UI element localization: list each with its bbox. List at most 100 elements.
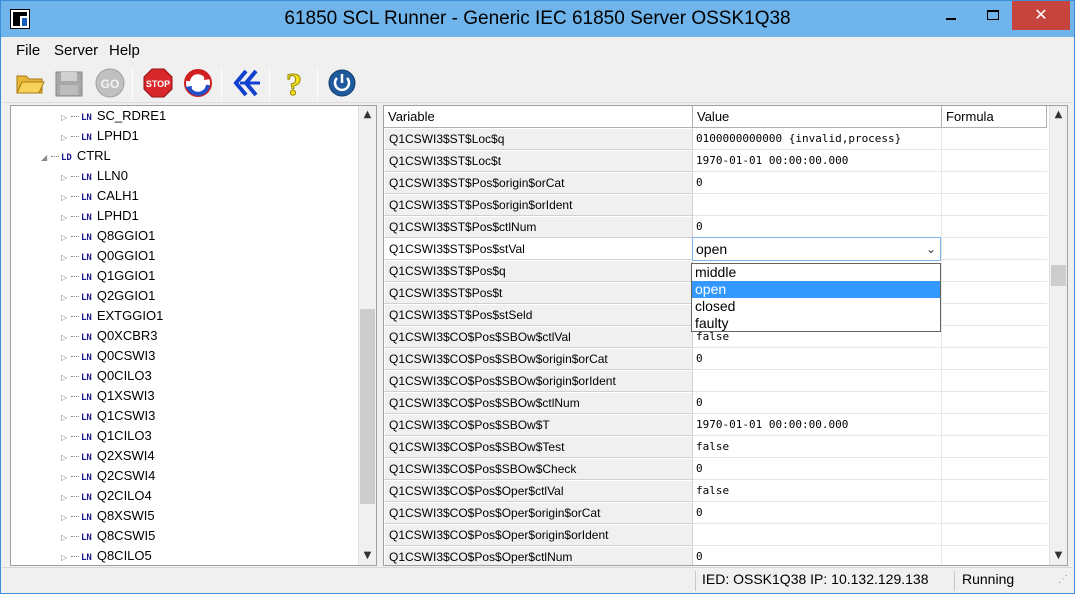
value-cell[interactable]: 0 <box>693 546 942 565</box>
col-value[interactable]: Value <box>693 106 942 127</box>
collapsed-arrow-icon[interactable]: ▷ <box>61 368 71 388</box>
tree-node-ln[interactable]: ▷ LN Q0XCBR3 <box>61 326 158 346</box>
tree-node-ln[interactable]: ▷ LN Q2CSWI4 <box>61 466 155 486</box>
go-button[interactable]: GO <box>94 67 126 99</box>
collapsed-arrow-icon[interactable]: ▷ <box>61 468 71 488</box>
tree-node-ln[interactable]: ▷ LN CALH1 <box>61 186 139 206</box>
tree-node-ln[interactable]: ▷ LN Q8GGIO1 <box>61 226 155 246</box>
menu-help[interactable]: Help <box>109 42 140 59</box>
formula-cell[interactable] <box>942 546 1047 565</box>
tree-scrollbar[interactable]: ▲ ▼ <box>358 106 376 565</box>
collapsed-arrow-icon[interactable]: ▷ <box>61 448 71 468</box>
collapsed-arrow-icon[interactable]: ▷ <box>61 488 71 508</box>
chevron-down-icon[interactable]: ⌄ <box>926 238 936 260</box>
value-cell[interactable]: 0 <box>693 216 942 238</box>
value-cell[interactable] <box>693 194 942 216</box>
formula-cell[interactable] <box>942 414 1047 436</box>
grid-scroll-thumb[interactable] <box>1051 265 1066 286</box>
title-bar[interactable]: 61850 SCL Runner - Generic IEC 61850 Ser… <box>1 1 1074 37</box>
dropdown-option[interactable]: faulty <box>692 315 940 332</box>
close-button[interactable]: ✕ <box>1012 1 1070 30</box>
variable-cell[interactable]: Q1CSWI3$CO$Pos$SBOw$T <box>384 414 693 436</box>
collapsed-arrow-icon[interactable]: ▷ <box>61 328 71 348</box>
expanded-arrow-icon[interactable]: ◢ <box>41 148 51 168</box>
value-cell[interactable] <box>693 370 942 392</box>
tree-node-ln[interactable]: ▷ LN Q0GGIO1 <box>61 246 155 266</box>
formula-cell[interactable] <box>942 370 1047 392</box>
minimize-button[interactable] <box>936 1 966 31</box>
formula-cell[interactable] <box>942 436 1047 458</box>
collapsed-arrow-icon[interactable]: ▷ <box>61 168 71 188</box>
col-formula[interactable]: Formula <box>942 106 1047 127</box>
tree-node-ln[interactable]: ▷ LN Q1CILO3 <box>61 426 152 446</box>
tree-expand-icon[interactable] <box>230 67 262 99</box>
tree-node-ln[interactable]: ▷ LN Q1CSWI3 <box>61 406 155 426</box>
value-dropdown-list[interactable]: middle open closed faulty <box>691 263 941 332</box>
dropdown-option[interactable]: closed <box>692 298 940 315</box>
formula-cell[interactable] <box>942 150 1047 172</box>
tree-node-ln[interactable]: ▷ LN Q8XSWI5 <box>61 506 155 526</box>
variable-cell[interactable]: Q1CSWI3$CO$Pos$Oper$origin$orIdent <box>384 524 693 546</box>
value-combobox[interactable]: open ⌄ <box>692 237 941 261</box>
scroll-down-icon[interactable]: ▼ <box>359 547 376 565</box>
formula-cell[interactable] <box>942 238 1047 260</box>
variable-grid[interactable]: Variable Value Formula Q1CSWI3$ST$Loc$q 0… <box>383 105 1068 566</box>
formula-cell[interactable] <box>942 282 1047 304</box>
formula-cell[interactable] <box>942 260 1047 282</box>
tree-node-ld[interactable]: ◢ LD CTRL <box>41 146 111 166</box>
collapsed-arrow-icon[interactable]: ▷ <box>61 548 71 565</box>
formula-cell[interactable] <box>942 480 1047 502</box>
col-variable[interactable]: Variable <box>384 106 693 127</box>
stop-button[interactable]: STOP <box>142 67 174 99</box>
variable-cell[interactable]: Q1CSWI3$ST$Pos$stVal <box>384 238 693 260</box>
power-icon[interactable] <box>326 67 358 99</box>
tree-node-ln[interactable]: ▷ LN Q0CILO3 <box>61 366 152 386</box>
collapsed-arrow-icon[interactable]: ▷ <box>61 248 71 268</box>
variable-cell[interactable]: Q1CSWI3$CO$Pos$SBOw$Check <box>384 458 693 480</box>
formula-cell[interactable] <box>942 128 1047 150</box>
collapsed-arrow-icon[interactable]: ▷ <box>61 388 71 408</box>
formula-cell[interactable] <box>942 458 1047 480</box>
tree-scroll-thumb[interactable] <box>360 309 375 504</box>
dropdown-option[interactable]: open <box>692 281 940 298</box>
variable-cell[interactable]: Q1CSWI3$CO$Pos$SBOw$ctlVal <box>384 326 693 348</box>
variable-cell[interactable]: Q1CSWI3$ST$Pos$origin$orCat <box>384 172 693 194</box>
variable-cell[interactable]: Q1CSWI3$CO$Pos$Oper$origin$orCat <box>384 502 693 524</box>
variable-cell[interactable]: Q1CSWI3$CO$Pos$SBOw$origin$orIdent <box>384 370 693 392</box>
collapsed-arrow-icon[interactable]: ▷ <box>61 288 71 308</box>
tree-node-ln[interactable]: ▷ LN SC_RDRE1 <box>61 106 166 126</box>
variable-cell[interactable]: Q1CSWI3$ST$Pos$ctlNum <box>384 216 693 238</box>
scroll-up-icon[interactable]: ▲ <box>1050 106 1067 124</box>
tree-node-ln[interactable]: ▷ LN Q1XSWI3 <box>61 386 155 406</box>
formula-cell[interactable] <box>942 326 1047 348</box>
variable-cell[interactable]: Q1CSWI3$ST$Pos$origin$orIdent <box>384 194 693 216</box>
variable-cell[interactable]: Q1CSWI3$CO$Pos$SBOw$origin$orCat <box>384 348 693 370</box>
tree-node-ln[interactable]: ▷ LN Q8CILO5 <box>61 546 152 565</box>
value-cell[interactable]: 0 <box>693 458 942 480</box>
value-cell[interactable] <box>693 524 942 546</box>
value-cell[interactable]: 0100000000000 {invalid,process} <box>693 128 942 150</box>
grid-scrollbar[interactable]: ▲ ▼ <box>1049 106 1067 565</box>
tree-node-ln[interactable]: ▷ LN Q2CILO4 <box>61 486 152 506</box>
variable-cell[interactable]: Q1CSWI3$ST$Loc$t <box>384 150 693 172</box>
tree-node-ln[interactable]: ▷ LN LPHD1 <box>61 206 139 226</box>
menu-file[interactable]: File <box>16 42 40 59</box>
formula-cell[interactable] <box>942 392 1047 414</box>
maximize-button[interactable] <box>978 1 1008 31</box>
collapsed-arrow-icon[interactable]: ▷ <box>61 308 71 328</box>
formula-cell[interactable] <box>942 194 1047 216</box>
variable-cell[interactable]: Q1CSWI3$CO$Pos$Oper$ctlNum <box>384 546 693 565</box>
variable-cell[interactable]: Q1CSWI3$ST$Loc$q <box>384 128 693 150</box>
collapsed-arrow-icon[interactable]: ▷ <box>61 208 71 228</box>
variable-cell[interactable]: Q1CSWI3$CO$Pos$SBOw$ctlNum <box>384 392 693 414</box>
formula-cell[interactable] <box>942 502 1047 524</box>
value-cell[interactable]: false <box>693 436 942 458</box>
tree-node-ln[interactable]: ▷ LN LPHD1 <box>61 126 139 146</box>
tree-node-ln[interactable]: ▷ LN Q0CSWI3 <box>61 346 155 366</box>
collapsed-arrow-icon[interactable]: ▷ <box>61 428 71 448</box>
value-cell[interactable]: 1970-01-01 00:00:00.000 <box>693 150 942 172</box>
collapsed-arrow-icon[interactable]: ▷ <box>61 128 71 148</box>
collapsed-arrow-icon[interactable]: ▷ <box>61 228 71 248</box>
variable-cell[interactable]: Q1CSWI3$ST$Pos$t <box>384 282 693 304</box>
collapsed-arrow-icon[interactable]: ▷ <box>61 348 71 368</box>
